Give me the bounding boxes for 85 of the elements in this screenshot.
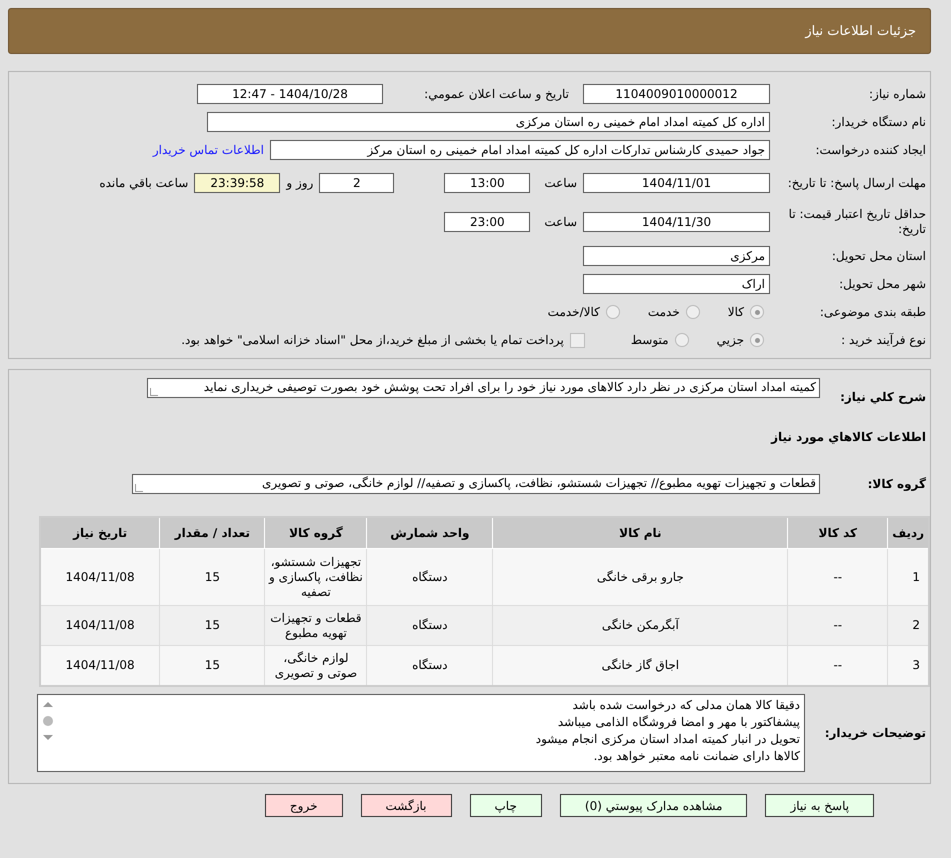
column-header: واحد شمارش bbox=[366, 517, 493, 548]
action-button[interactable]: مشاهده مدارک پیوستي (0) bbox=[560, 794, 748, 817]
field-label: ایجاد کننده درخواست: bbox=[814, 142, 927, 158]
field-label: نام دستگاه خریدار: bbox=[830, 114, 927, 130]
input-field[interactable]: 23:00 bbox=[444, 212, 530, 232]
field-label: استان محل تحویل: bbox=[830, 248, 927, 264]
radio-button[interactable] bbox=[750, 333, 764, 347]
action-button[interactable]: پاسخ به نیاز bbox=[765, 794, 874, 817]
field-label: شرح کلي نیاز: bbox=[839, 390, 927, 404]
table-cell: 1 bbox=[888, 548, 929, 606]
field-label: توضیحات خریدار: bbox=[824, 726, 927, 740]
option-label: کالا/خدمت bbox=[548, 305, 600, 319]
input-field[interactable]: 1104009010000012 bbox=[583, 84, 770, 104]
option-label: کالا bbox=[728, 305, 744, 319]
notes-field[interactable]: دقیقا کالا همان مدلی که درخواست شده باشد پیشفاکتور با مهر و امضا فروشگاه الذامی میباشد تحویل در انبار کمیته امداد استان مرکزی انجام میشود کالاها دارای ضمانت نامه معتبر خواهد بود. bbox=[37, 694, 805, 772]
column-header: ردیف bbox=[888, 517, 929, 548]
table-cell: دستگاه bbox=[366, 606, 493, 646]
table-cell: دستگاه bbox=[366, 548, 493, 606]
note-line: کالاها دارای ضمانت نامه معتبر خواهد بود. bbox=[592, 748, 800, 765]
note-line: پیشفاکتور با مهر و امضا فروشگاه الذامی میباشد bbox=[556, 714, 800, 731]
column-header: نام کالا bbox=[492, 517, 788, 548]
input-field[interactable]: اراک bbox=[583, 274, 770, 294]
remaining-label: ساعت باقي مانده bbox=[99, 176, 188, 190]
checkbox-label: پرداخت تمام یا بخشی از مبلغ خرید،از محل "اسناد خزانه اسلامی" خواهد بود. bbox=[181, 333, 564, 347]
table-cell: اجاق گاز خانگی bbox=[492, 646, 788, 686]
contact-link[interactable]: اطلاعات تماس خریدار bbox=[152, 143, 264, 157]
field-label: طبقه بندی موضوعی: bbox=[818, 304, 927, 320]
table-cell: لوازم خانگی، صوتی و تصویری bbox=[264, 646, 367, 686]
field-label: نوع فرآیند خرید : bbox=[840, 332, 927, 348]
time-label: ساعت bbox=[544, 176, 577, 190]
field-label: حداقل تاریخ اعتبار قیمت: تا تاریخ: bbox=[788, 207, 927, 237]
table-cell: جارو برقی خانگی bbox=[492, 548, 788, 606]
table-cell: 15 bbox=[160, 606, 265, 646]
radio-button[interactable] bbox=[674, 333, 689, 347]
table-cell: دستگاه bbox=[366, 646, 493, 686]
field-label: شماره نیاز: bbox=[868, 86, 927, 102]
section-title: اطلاعات کالاهاي مورد نیاز bbox=[770, 430, 927, 444]
field-label: شهر محل تحویل: bbox=[838, 276, 927, 292]
column-header: گروه کالا bbox=[264, 517, 367, 548]
note-line: تحویل در انبار کمیته امداد استان مرکزی انجام میشود bbox=[534, 731, 800, 748]
table-cell: 1404/11/08 bbox=[40, 548, 160, 606]
action-button[interactable]: بازگشت bbox=[360, 794, 452, 817]
days-label: روز و bbox=[286, 176, 314, 190]
remaining-time[interactable]: 23:39:58 bbox=[194, 173, 280, 193]
table-cell: -- bbox=[788, 548, 888, 606]
checkbox[interactable] bbox=[570, 332, 585, 348]
input-field[interactable]: جواد حمیدی کارشناس تدارکات اداره کل کمیته امداد امام خمینی ره استان مرکز bbox=[270, 140, 770, 160]
input-field[interactable]: 1404/11/01 bbox=[583, 173, 770, 193]
option-label: خدمت bbox=[648, 305, 680, 319]
table-cell: 1404/11/08 bbox=[40, 646, 160, 686]
table-cell: قطعات و تجهیزات تهویه مطبوع bbox=[264, 606, 367, 646]
note-line: دقیقا کالا همان مدلی که درخواست شده باشد bbox=[571, 697, 800, 714]
table-cell: 15 bbox=[160, 548, 265, 606]
input-field[interactable]: 13:00 bbox=[444, 173, 530, 193]
column-header: تعداد / مقدار bbox=[160, 517, 265, 548]
table-cell: -- bbox=[788, 646, 888, 686]
input-field[interactable]: 1404/10/28 - 12:47 bbox=[197, 84, 383, 104]
description-field[interactable]: کمیته امداد استان مرکزی در نظر دارد کالاهای مورد نیاز خود را برای افراد تحت پوشش خود بصورت توصیفی خریداری نماید bbox=[147, 378, 820, 398]
scrollbar-icon[interactable] bbox=[41, 699, 55, 743]
group-field[interactable]: قطعات و تجهیزات تهویه مطبوع// تجهیزات شستشو، نظافت، پاکسازی و تصفیه// لوازم خانگی، صوتی و تصویری bbox=[132, 474, 820, 494]
field-label: تاریخ و ساعت اعلان عمومي: bbox=[423, 86, 570, 102]
column-header: تاریخ نیاز bbox=[40, 517, 160, 548]
input-field[interactable]: 1404/11/30 bbox=[583, 212, 770, 232]
action-button[interactable]: چاپ bbox=[470, 794, 542, 817]
time-label: ساعت bbox=[544, 215, 577, 229]
table-cell: 15 bbox=[160, 646, 265, 686]
input-field[interactable]: مرکزی bbox=[583, 246, 770, 266]
field-label: مهلت ارسال پاسخ: تا تاریخ: bbox=[786, 176, 927, 190]
option-label: متوسط bbox=[630, 333, 669, 347]
table-cell: 1404/11/08 bbox=[40, 606, 160, 646]
input-field[interactable]: اداره کل کمیته امداد امام خمینی ره استان مرکزی bbox=[207, 112, 770, 132]
column-header: کد کالا bbox=[788, 517, 888, 548]
table-cell: آبگرمکن خانگی bbox=[492, 606, 788, 646]
field-label: گروه کالا: bbox=[866, 477, 927, 491]
table-cell: 2 bbox=[888, 606, 929, 646]
input-field[interactable]: 2 bbox=[319, 173, 394, 193]
option-label: جزيي bbox=[716, 333, 744, 347]
radio-button[interactable] bbox=[750, 305, 764, 319]
table-cell: تجهیزات شستشو، نظافت، پاکسازی و تصفیه bbox=[264, 548, 367, 606]
radio-button[interactable] bbox=[686, 305, 700, 319]
header-title: جزئیات اطلاعات نیاز bbox=[805, 24, 916, 38]
table-cell: -- bbox=[788, 606, 888, 646]
table-cell: 3 bbox=[888, 646, 929, 686]
radio-button[interactable] bbox=[606, 305, 620, 319]
action-button[interactable]: خروج bbox=[264, 794, 342, 817]
